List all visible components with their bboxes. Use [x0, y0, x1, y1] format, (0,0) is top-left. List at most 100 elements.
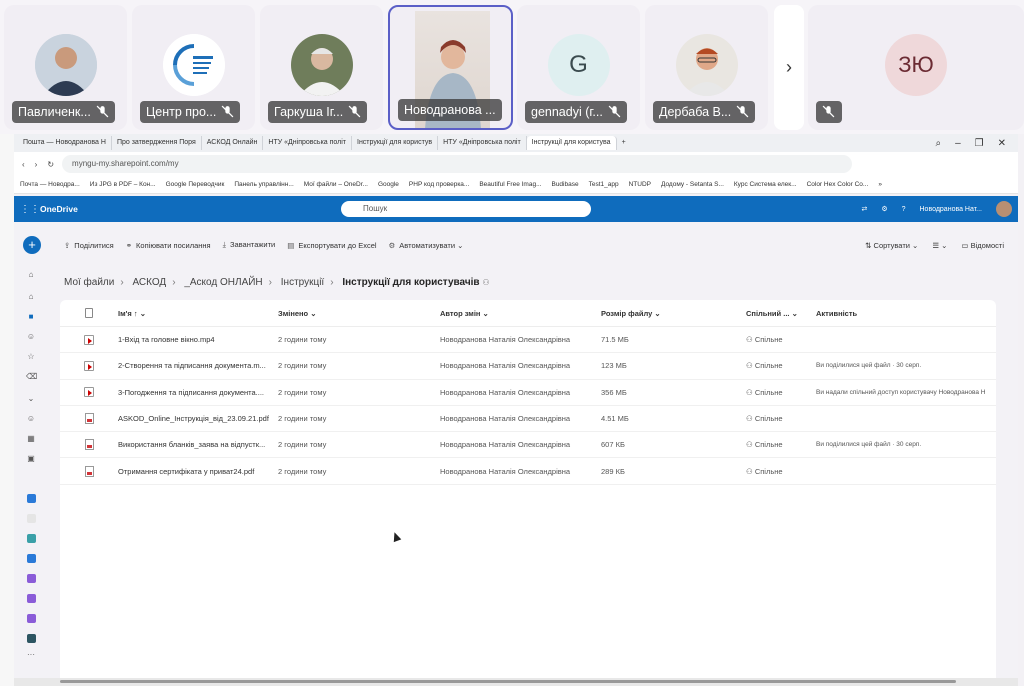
app-icon[interactable] — [27, 614, 36, 623]
copy-link-button[interactable]: ⚭ Копіювати посилання — [126, 241, 211, 250]
file-name[interactable]: 3-Погодження та підписання документа.... — [118, 388, 278, 397]
app-icon[interactable] — [27, 494, 36, 503]
file-name[interactable]: Отримання сертифіката у приват24.pdf — [118, 467, 278, 476]
table-row[interactable]: Отримання сертифіката у приват24.pdf 2 г… — [60, 458, 996, 485]
app-icon[interactable] — [27, 574, 36, 583]
breadcrumb-item[interactable]: _Аскод ОНЛАЙН — [184, 277, 262, 288]
home-icon[interactable]: ⌂ — [26, 292, 36, 302]
breadcrumb-item[interactable]: АСКОД — [132, 277, 166, 288]
browser-tab[interactable]: НТУ «Дніпровська політ — [263, 136, 352, 150]
file-name[interactable]: 1-Вхід та головне вікно.mp4 — [118, 335, 278, 344]
avatar[interactable] — [996, 201, 1012, 217]
search-input[interactable]: Пошук — [341, 201, 591, 217]
help-icon[interactable]: ? — [902, 206, 906, 213]
bookmark[interactable]: PHP код проверка... — [409, 181, 469, 188]
bookmark[interactable]: Мої файли – OneDr... — [304, 181, 368, 188]
people-icon[interactable]: ☺ — [26, 332, 36, 342]
table-row[interactable]: ASKOD_Online_Інструкція_від_23.09.21.pdf… — [60, 406, 996, 433]
back-icon[interactable]: ‹ — [22, 160, 25, 169]
column-shared[interactable]: Спільний ... ⌄ — [746, 309, 816, 318]
file-name[interactable]: Використання бланків_заява на відпустк..… — [118, 440, 278, 449]
sort-button[interactable]: ⇅ Сортувати ⌄ — [865, 241, 918, 250]
file-type-header-icon[interactable] — [60, 308, 118, 318]
app-icon[interactable] — [27, 514, 36, 523]
participant-tile-active[interactable]: Новодранова ... — [388, 5, 513, 130]
chevron-down-icon[interactable]: ⌄ — [26, 394, 36, 404]
image-icon[interactable]: ▣ — [26, 454, 36, 464]
people-icon[interactable]: ☺ — [26, 414, 36, 424]
app-icon[interactable] — [27, 534, 36, 543]
horizontal-scrollbar[interactable] — [14, 678, 1018, 686]
bookmark[interactable]: Color Hex Color Co... — [807, 181, 869, 188]
browser-tab[interactable]: Пошта — Новодранова Н — [18, 136, 112, 150]
url-field[interactable]: myngu-my.sharepoint.com/my — [62, 155, 853, 173]
user-name[interactable]: Новодранова Нат... — [920, 206, 983, 213]
browser-tab[interactable]: АСКОД Онлайн — [202, 136, 264, 150]
browser-tab[interactable]: НТУ «Дніпровська політ — [438, 136, 527, 150]
automate-button[interactable]: ⚙ Автоматизувати ⌄ — [389, 241, 464, 250]
table-row[interactable]: 1-Вхід та головне вікно.mp4 2 години том… — [60, 327, 996, 354]
app-launcher-icon[interactable]: ⋮⋮ — [20, 204, 40, 215]
create-button[interactable]: + — [23, 236, 41, 254]
participant-tile[interactable]: Центр про... — [132, 5, 255, 130]
star-icon[interactable]: ☆ — [26, 352, 36, 362]
share-icon[interactable]: ⇄ — [861, 205, 867, 213]
gear-icon[interactable]: ⚙ — [881, 205, 887, 213]
app-icon[interactable] — [27, 634, 36, 643]
search-tabs-icon[interactable]: ⌕ — [935, 138, 941, 149]
app-brand[interactable]: OneDrive — [40, 204, 78, 214]
table-row[interactable]: Використання бланків_заява на відпустк..… — [60, 432, 996, 459]
home-icon[interactable]: ⌂ — [26, 270, 36, 280]
maximize-icon[interactable]: ❐ — [975, 138, 984, 149]
participant-tile[interactable]: ЗЮ — [808, 5, 1024, 130]
bookmark[interactable]: Панель управлінн... — [234, 181, 293, 188]
column-author[interactable]: Автор змін ⌄ — [440, 309, 601, 318]
app-icon[interactable] — [27, 594, 36, 603]
scrollbar-thumb[interactable] — [60, 680, 956, 683]
reload-icon[interactable]: ↻ — [47, 160, 54, 169]
column-name[interactable]: Ім'я ↑ ⌄ — [118, 309, 278, 318]
browser-tab[interactable]: Інструкції для користув — [352, 136, 439, 150]
bookmark[interactable]: Курс Система елек... — [734, 181, 797, 188]
file-name[interactable]: ASKOD_Online_Інструкція_від_23.09.21.pdf — [118, 414, 278, 423]
table-row[interactable]: 2-Створення та підписання документа.m...… — [60, 353, 996, 380]
export-excel-button[interactable]: ▤ Експортувати до Excel — [287, 241, 376, 250]
close-icon[interactable]: ✕ — [998, 138, 1006, 149]
table-row[interactable]: 3-Погодження та підписання документа....… — [60, 380, 996, 406]
bookmark[interactable]: NTUDP — [629, 181, 651, 188]
browser-tab-active[interactable]: Інструкції для користува — [526, 136, 617, 150]
view-options-button[interactable]: ☰ ⌄ — [932, 241, 947, 250]
folder-icon[interactable]: ■ — [26, 312, 36, 322]
participant-tile[interactable]: Гаркуша Іг... — [260, 5, 383, 130]
share-button[interactable]: ⇪ Поділитися — [64, 241, 114, 250]
bookmarks-more[interactable]: » — [878, 181, 882, 188]
column-activity[interactable]: Активність — [816, 309, 996, 318]
bookmark[interactable]: Beautiful Free Imag... — [479, 181, 541, 188]
column-modified[interactable]: Змінено ⌄ — [278, 309, 440, 318]
participant-tile[interactable]: Павличенк... — [4, 5, 127, 130]
gallery-next-button[interactable]: › — [774, 5, 804, 130]
bookmark[interactable]: Додому - Setanta S... — [661, 181, 724, 188]
browser-tab[interactable]: Про затвердження Поря — [112, 136, 202, 150]
app-icon[interactable] — [27, 554, 36, 563]
breadcrumb-item[interactable]: Інструкції — [281, 277, 324, 288]
download-button[interactable]: ⤓ Завантажити — [223, 240, 276, 250]
bookmark[interactable]: Google — [378, 181, 399, 188]
more-icon[interactable]: ··· — [26, 650, 36, 660]
bookmark[interactable]: Почта — Новодра... — [20, 181, 80, 188]
new-tab-button[interactable]: + — [617, 136, 631, 150]
breadcrumb-item[interactable]: Мої файли — [64, 277, 114, 288]
file-name[interactable]: 2-Створення та підписання документа.m... — [118, 361, 278, 370]
bookmark[interactable]: Из JPG в PDF – Кон... — [90, 181, 156, 188]
bookmark[interactable]: Budibase — [551, 181, 578, 188]
calendar-icon[interactable]: ▦ — [26, 434, 36, 444]
bookmark[interactable]: Google Переводчик — [166, 181, 225, 188]
participant-tile[interactable]: G gennadyi (г... — [517, 5, 640, 130]
bookmark[interactable]: Test1_app — [589, 181, 619, 188]
details-button[interactable]: ▭ Відомості — [961, 241, 1004, 250]
trash-icon[interactable]: ⌫ — [26, 372, 37, 382]
forward-icon[interactable]: › — [35, 160, 38, 169]
column-size[interactable]: Розмір файлу ⌄ — [601, 309, 746, 318]
minimize-icon[interactable]: – — [955, 138, 961, 149]
participant-tile[interactable]: Дербаба В... — [645, 5, 768, 130]
